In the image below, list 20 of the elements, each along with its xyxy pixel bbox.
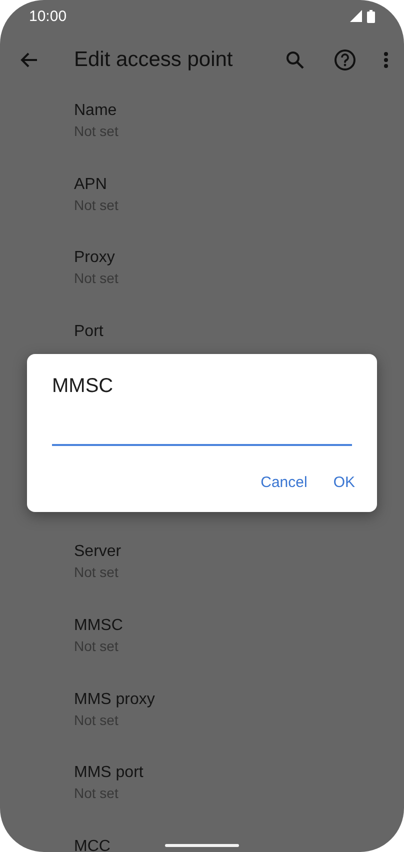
setting-title[interactable]: Port — [74, 322, 404, 342]
setting-title[interactable]: MMSC — [74, 616, 404, 636]
dialog-button[interactable]: OK — [322, 466, 366, 499]
dialog-title: MMSC — [52, 374, 114, 398]
setting-title[interactable]: APN — [74, 174, 404, 195]
setting-title[interactable]: MMS port — [74, 763, 404, 784]
setting-title[interactable]: Name — [74, 101, 404, 121]
back-arrow-icon — [20, 52, 38, 68]
setting-title[interactable]: MMS proxy — [74, 690, 404, 710]
setting-title[interactable]: MCC — [74, 836, 404, 852]
screen-title: Edit access point — [74, 48, 234, 72]
status-time: 10:00 — [29, 8, 67, 24]
dialog-button[interactable]: Cancel — [250, 466, 318, 499]
more-options-icon — [384, 52, 388, 68]
battery-icon — [367, 10, 375, 22]
help-icon — [334, 49, 356, 71]
search-icon — [286, 51, 304, 69]
setting-title[interactable]: Server — [74, 542, 404, 562]
signal-icon — [350, 10, 362, 22]
setting-title[interactable]: Proxy — [74, 248, 404, 268]
